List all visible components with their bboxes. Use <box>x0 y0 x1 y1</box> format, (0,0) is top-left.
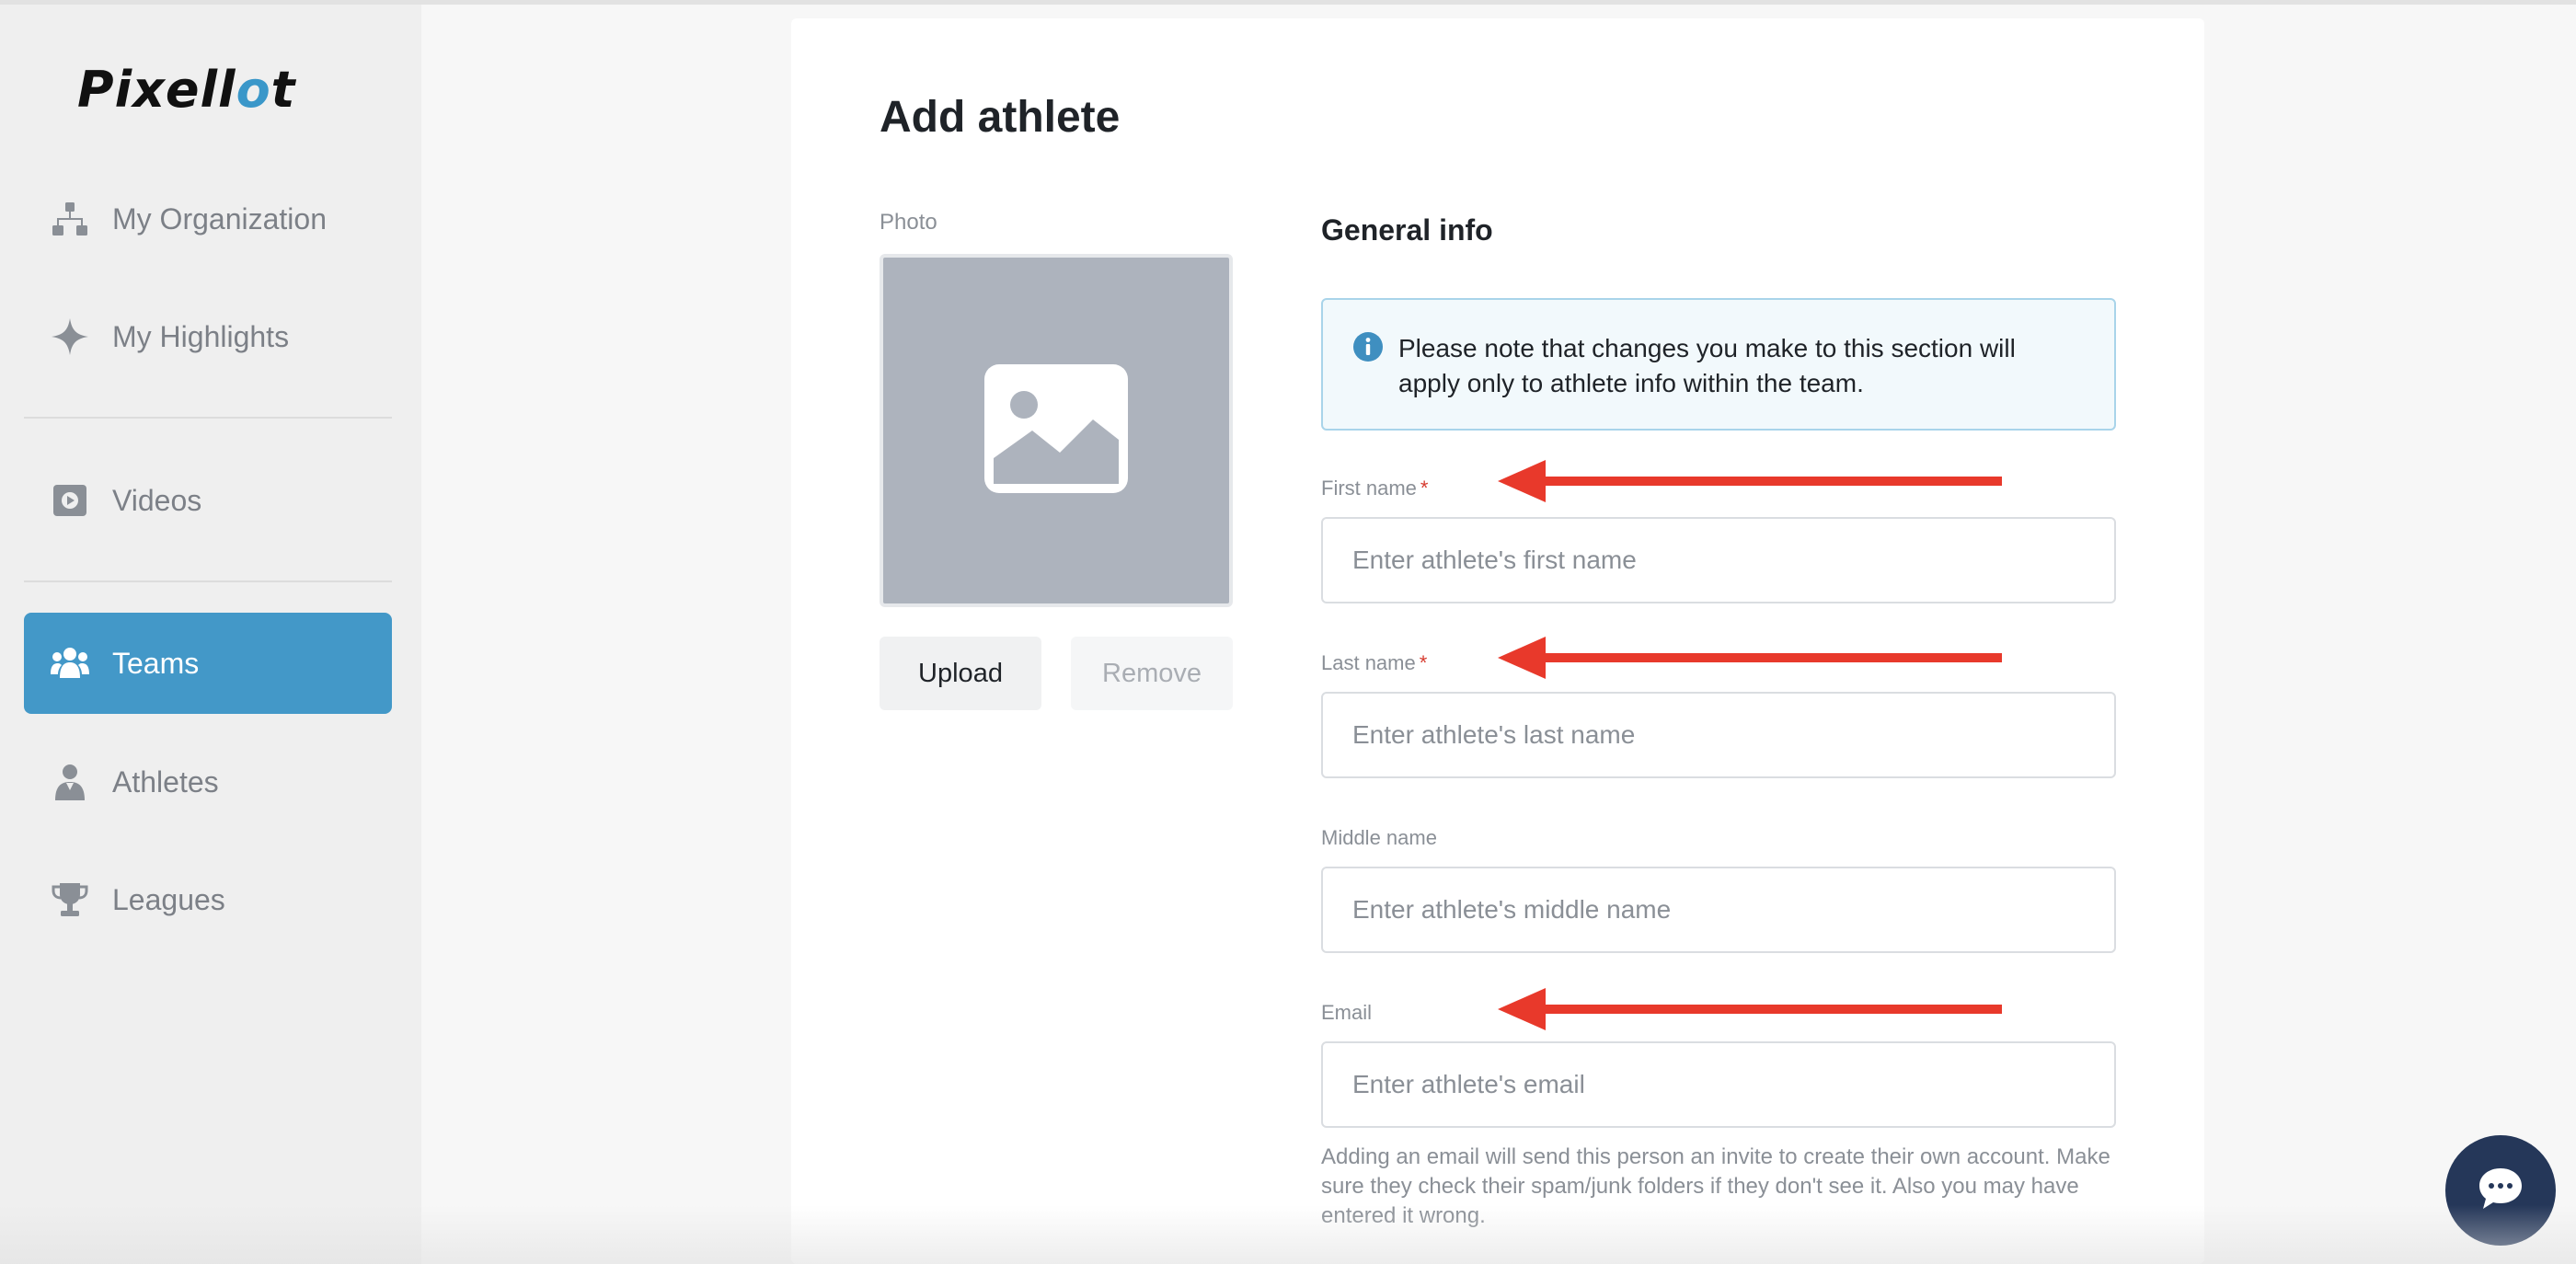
sidebar-divider <box>24 580 392 582</box>
sidebar-item-my-organization[interactable]: My Organization <box>24 168 392 270</box>
logo-text: Pixell <box>77 60 236 119</box>
annotation-arrow-last-name <box>1498 637 2002 679</box>
sidebar-item-label: My Organization <box>112 201 327 236</box>
sidebar-item-leagues[interactable]: Leagues <box>24 849 392 950</box>
sidebar: Pixell o t My Organization My Highlights V… <box>0 5 421 1264</box>
page-title: Add athlete <box>880 93 1121 142</box>
annotation-arrow-email <box>1498 988 2002 1030</box>
sparkle-icon <box>50 316 90 357</box>
sidebar-item-label: Athletes <box>112 764 219 799</box>
required-mark: * <box>1420 477 1429 500</box>
sidebar-item-teams[interactable]: Teams <box>24 613 392 714</box>
annotation-arrow-first-name <box>1498 460 2002 502</box>
sidebar-item-videos[interactable]: Videos <box>24 450 392 551</box>
image-placeholder-icon <box>984 363 1128 498</box>
last-name-label: Last name * <box>1321 651 1427 675</box>
first-name-label: First name * <box>1321 477 1428 500</box>
sidebar-item-label: Videos <box>112 483 202 517</box>
last-name-input[interactable] <box>1321 692 2116 778</box>
video-icon <box>50 480 90 521</box>
info-notice: Please note that changes you make to thi… <box>1321 298 2116 431</box>
sidebar-divider <box>24 417 392 419</box>
middle-name-label: Middle name <box>1321 826 1437 849</box>
middle-name-input[interactable] <box>1321 867 2116 953</box>
first-name-input[interactable] <box>1321 517 2116 603</box>
general-info-title: General info <box>1321 213 1493 247</box>
email-input[interactable] <box>1321 1041 2116 1128</box>
info-notice-text: Please note that changes you make to thi… <box>1398 334 2016 397</box>
last-name-label-text: Last name <box>1321 651 1416 674</box>
sidebar-item-label: Teams <box>112 646 200 680</box>
upload-button[interactable]: Upload <box>880 637 1041 710</box>
trophy-icon <box>50 879 90 920</box>
photo-placeholder[interactable] <box>880 254 1233 607</box>
remove-button[interactable]: Remove <box>1071 637 1233 710</box>
sidebar-item-my-highlights[interactable]: My Highlights <box>24 286 392 387</box>
sidebar-item-label: Leagues <box>112 882 225 916</box>
logo-accent: o <box>236 60 271 119</box>
info-icon <box>1352 331 1384 362</box>
teams-icon <box>50 643 90 684</box>
pixellot-logo[interactable]: Pixell o t <box>77 60 296 119</box>
first-name-label-text: First name <box>1321 477 1417 500</box>
sidebar-item-label: My Highlights <box>112 319 290 353</box>
logo-text-end: t <box>270 60 296 119</box>
photo-label: Photo <box>880 210 937 235</box>
chat-bubble-icon <box>2478 1166 2524 1215</box>
athlete-icon <box>50 762 90 802</box>
email-label: Email <box>1321 1001 1373 1024</box>
org-chart-icon <box>50 199 90 239</box>
required-mark: * <box>1419 651 1428 674</box>
email-hint: Adding an email will send this person an… <box>1321 1144 2110 1228</box>
chat-button[interactable] <box>2445 1135 2556 1246</box>
sidebar-item-athletes[interactable]: Athletes <box>24 731 392 833</box>
